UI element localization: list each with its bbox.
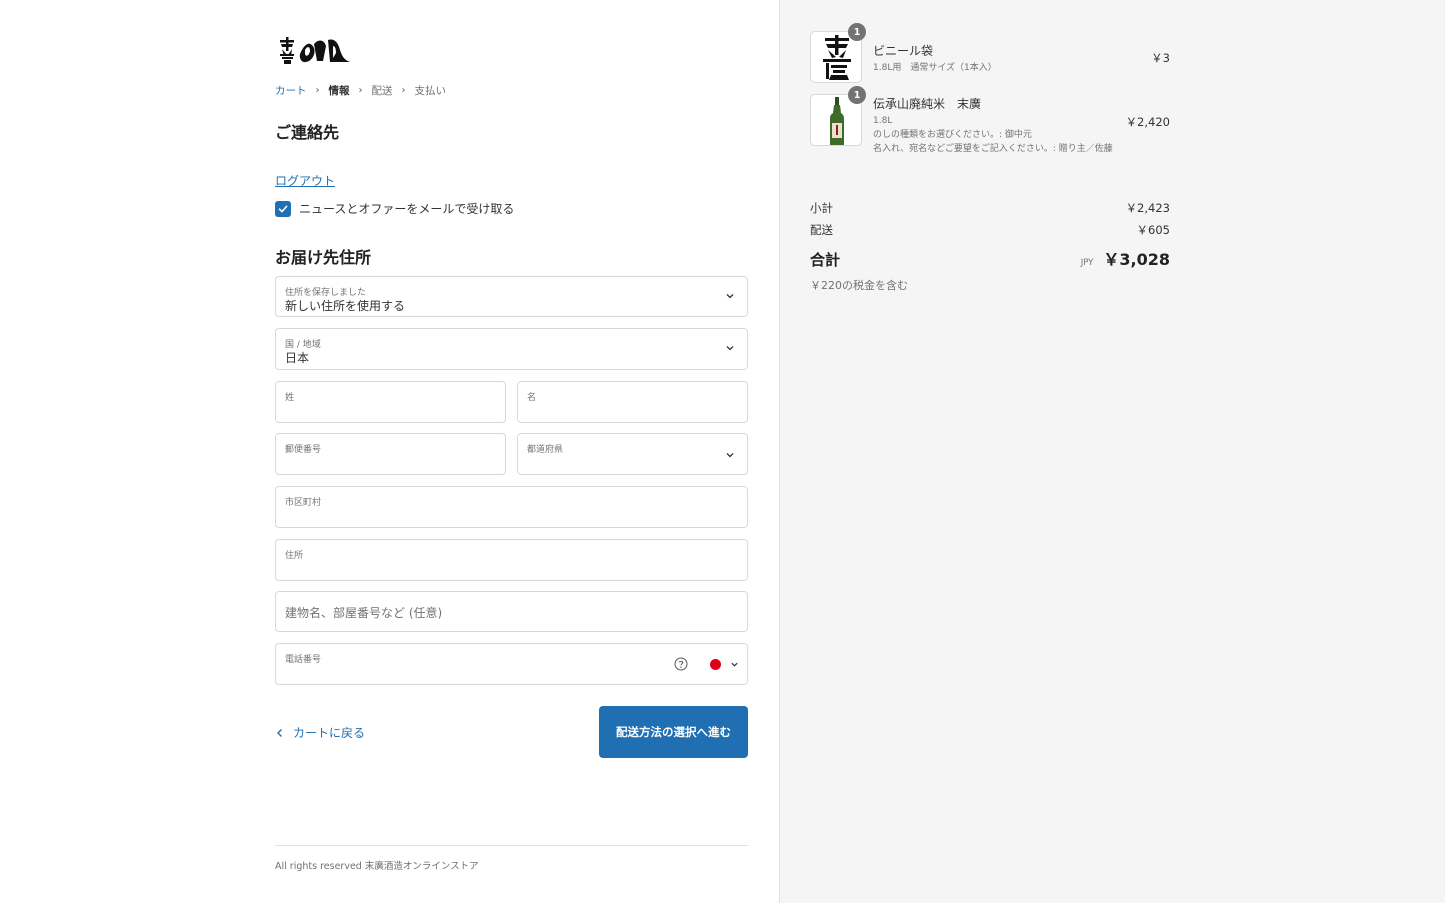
country-select[interactable]: 国 / 地域 日本 [275, 328, 748, 370]
chevron-down-icon[interactable] [730, 660, 739, 669]
newsletter-checkbox[interactable] [275, 200, 291, 217]
store-logo[interactable] [278, 34, 354, 68]
shipping-address-heading: お届け先住所 [275, 248, 372, 267]
chevron-right-icon: › [358, 85, 363, 96]
product-thumbnail: 1 [810, 86, 866, 146]
continue-to-shipping-button[interactable]: 配送方法の選択へ進む [599, 706, 748, 758]
last-name-label: 姓 [285, 393, 295, 403]
item-price: ￥3 [1151, 51, 1170, 65]
first-name-label: 名 [527, 393, 537, 403]
shipping-value: ￥605 [1136, 223, 1170, 237]
saved-address-value: 新しい住所を使用する [285, 299, 406, 313]
chevron-right-icon: › [401, 85, 406, 96]
chevron-down-icon [726, 453, 734, 458]
breadcrumb-info: 情報 [328, 85, 350, 97]
subtotal-label: 小計 [810, 201, 833, 215]
item-name: 伝承山廃純米 末廣 [873, 97, 982, 111]
item-price: ￥2,420 [1125, 115, 1170, 129]
footer-divider [275, 845, 748, 846]
item-option-noshi: のしの種類をお選びください。: 御中元 [873, 130, 1032, 141]
total-value: ￥3,028 [1103, 250, 1170, 269]
item-option-name: 名入れ、宛名などご要望をご記入ください。: 贈り主／佐藤 [873, 144, 1113, 155]
address-label: 住所 [285, 551, 304, 561]
line-item: 1 ビニール袋 1.8L用 通常サイズ（1本入） ￥3 [810, 23, 1170, 83]
address-field[interactable]: 住所 [275, 539, 748, 581]
line-item: 1 伝承山廃純米 末廣 1.8L のしの種類をお選びください。: 御中元 名入れ… [810, 86, 1170, 164]
item-name: ビニール袋 [873, 44, 934, 58]
chevron-left-icon [277, 728, 282, 737]
city-label: 市区町村 [285, 498, 322, 508]
building-placeholder: 建物名、部屋番号など (任意) [285, 606, 443, 620]
quantity-badge: 1 [848, 86, 866, 104]
phone-field[interactable]: 電話番号 [275, 643, 748, 685]
footer-copyright: All rights reserved 末廣酒造オンラインストア [275, 861, 479, 872]
product-thumbnail: 1 [810, 23, 866, 83]
breadcrumb-shipping: 配送 [371, 85, 393, 97]
help-icon[interactable] [674, 657, 688, 671]
contact-heading: ご連絡先 [275, 123, 340, 142]
shipping-label: 配送 [810, 223, 833, 237]
first-name-field[interactable]: 名 [517, 381, 748, 423]
postal-code-field[interactable]: 郵便番号 [275, 433, 506, 475]
tax-note: ￥220の税金を含む [810, 279, 908, 292]
breadcrumb-payment: 支払い [414, 85, 447, 97]
subtotal-value: ￥2,423 [1125, 201, 1170, 215]
checkmark-icon [278, 205, 288, 212]
city-field[interactable]: 市区町村 [275, 486, 748, 528]
prefecture-select[interactable]: 都道府県 [517, 433, 748, 475]
breadcrumb-cart[interactable]: カート [275, 83, 307, 98]
newsletter-option[interactable]: ニュースとオファーをメールで受け取る [275, 200, 514, 217]
phone-label: 電話番号 [285, 655, 322, 665]
postal-code-label: 郵便番号 [285, 445, 322, 455]
newsletter-label: ニュースとオファーをメールで受け取る [299, 202, 515, 216]
last-name-field[interactable]: 姓 [275, 381, 506, 423]
logout-link[interactable]: ログアウト [275, 172, 335, 189]
country-value: 日本 [285, 351, 310, 365]
saved-address-select[interactable]: 住所を保存しました 新しい住所を使用する [275, 276, 748, 317]
total-row: 合計 JPY ￥3,028 [810, 246, 1170, 270]
breadcrumb: カート › 情報 › 配送 › 支払い [275, 83, 446, 98]
building-field[interactable]: 建物名、部屋番号など (任意) [275, 591, 748, 632]
chevron-right-icon: › [315, 85, 320, 96]
prefecture-label: 都道府県 [527, 445, 564, 455]
currency-code: JPY [1080, 258, 1094, 268]
checkout-form-panel: カート › 情報 › 配送 › 支払い ご連絡先 ログアウト ニュースとオファー… [0, 0, 779, 903]
japan-flag-icon[interactable] [710, 659, 721, 670]
item-variant: 1.8L [873, 116, 893, 126]
item-variant: 1.8L用 通常サイズ（1本入） [873, 63, 997, 73]
back-to-cart-link[interactable]: カートに戻る [275, 724, 365, 741]
chevron-down-icon [726, 346, 734, 351]
total-label: 合計 [810, 251, 841, 269]
subtotal-row: 小計 ￥2,423 [810, 200, 1170, 216]
chevron-down-icon [726, 294, 734, 299]
back-to-cart-label: カートに戻る [293, 726, 366, 740]
quantity-badge: 1 [848, 23, 866, 41]
shipping-row: 配送 ￥605 [810, 222, 1170, 238]
